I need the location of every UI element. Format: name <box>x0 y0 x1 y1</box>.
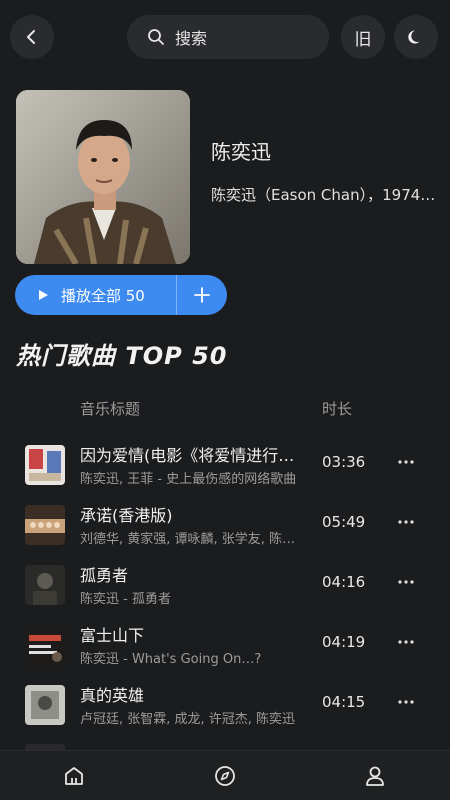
compass-icon <box>215 766 235 786</box>
old-version-button[interactable]: 旧 <box>341 15 385 59</box>
search-icon <box>148 29 164 45</box>
artist-portrait-image <box>16 90 190 264</box>
song-artist: 刘德华, 黄家强, 谭咏麟, 张学友, 陈奕迅 <box>80 532 308 547</box>
album-cover <box>25 625 65 665</box>
more-options-button[interactable] <box>396 632 416 652</box>
column-header-duration: 时长 <box>322 400 353 418</box>
song-artist: 卢冠廷, 张智霖, 成龙, 许冠杰, 陈奕迅 <box>80 712 296 727</box>
search-placeholder: 搜索 <box>175 29 208 48</box>
back-button[interactable] <box>10 15 54 59</box>
dark-mode-toggle[interactable] <box>394 15 438 59</box>
song-duration: 04:16 <box>322 573 366 591</box>
artist-name: 陈奕迅 <box>211 140 271 164</box>
album-cover <box>25 565 65 605</box>
play-all-group: 播放全部 50 <box>15 275 227 315</box>
column-header-title: 音乐标题 <box>80 400 141 418</box>
more-options-button[interactable] <box>396 512 416 532</box>
song-row[interactable]: 孤勇者 陈奕迅 - 孤勇者 04:16 <box>0 560 450 620</box>
song-title: 因为爱情(电影《将爱情进行到底》主题曲) <box>80 446 308 465</box>
more-horizontal-icon <box>398 580 414 584</box>
song-row[interactable]: 因为爱情(电影《将爱情进行到底》主题曲) 陈奕迅, 王菲 - 史上最伤感的网络歌… <box>0 440 450 500</box>
more-options-button[interactable] <box>396 692 416 712</box>
play-all-label: 播放全部 50 <box>61 286 145 305</box>
bottom-nav <box>0 750 450 800</box>
song-title: 孤勇者 <box>80 566 129 585</box>
song-title: 富士山下 <box>80 626 145 645</box>
more-horizontal-icon <box>398 640 414 644</box>
song-duration: 04:15 <box>322 693 366 711</box>
section-title: 热门歌曲 TOP 50 <box>16 342 228 370</box>
play-all-button[interactable]: 播放全部 50 <box>15 275 177 315</box>
album-cover <box>25 445 65 485</box>
album-cover <box>25 505 65 545</box>
more-horizontal-icon <box>398 460 414 464</box>
nav-home-button[interactable] <box>62 764 86 788</box>
more-horizontal-icon <box>398 700 414 704</box>
old-version-label: 旧 <box>354 29 372 50</box>
song-row[interactable]: 富士山下 陈奕迅 - What's Going On…? 04:19 <box>0 620 450 680</box>
play-icon <box>39 290 48 300</box>
moon-icon <box>408 30 420 44</box>
more-options-button[interactable] <box>396 572 416 592</box>
more-options-button[interactable] <box>396 452 416 472</box>
song-artist: 陈奕迅 - What's Going On…? <box>80 652 262 667</box>
search-input[interactable]: 搜索 <box>127 15 329 59</box>
artist-photo <box>16 90 190 264</box>
plus-icon <box>194 287 210 303</box>
home-icon <box>65 767 83 785</box>
song-title: 真的英雄 <box>80 686 145 705</box>
more-horizontal-icon <box>398 520 414 524</box>
nav-profile-button[interactable] <box>363 764 387 788</box>
song-duration: 05:49 <box>322 513 366 531</box>
song-duration: 03:36 <box>322 453 366 471</box>
song-artist: 陈奕迅 - 孤勇者 <box>80 592 171 607</box>
top-bar: 搜索 旧 <box>0 0 450 76</box>
chevron-left-icon <box>27 30 35 44</box>
artist-description[interactable]: 陈奕迅（Eason Chan），1974年7月27日出生于香港 <box>211 184 441 205</box>
song-duration: 04:19 <box>322 633 366 651</box>
song-artist: 陈奕迅, 王菲 - 史上最伤感的网络歌曲 <box>80 472 297 487</box>
song-title: 承诺(香港版) <box>80 506 173 525</box>
album-cover <box>25 685 65 725</box>
song-row[interactable]: 真的英雄 卢冠廷, 张智霖, 成龙, 许冠杰, 陈奕迅 04:15 <box>0 680 450 740</box>
song-row[interactable]: 承诺(香港版) 刘德华, 黄家强, 谭咏麟, 张学友, 陈奕迅 05:49 <box>0 500 450 560</box>
add-to-playlist-button[interactable] <box>177 275 227 315</box>
nav-discover-button[interactable] <box>213 764 237 788</box>
user-icon <box>366 766 384 786</box>
